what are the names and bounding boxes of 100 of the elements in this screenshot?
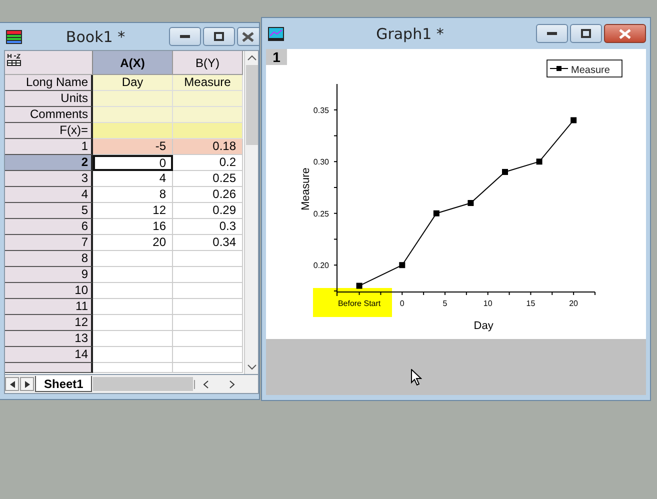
table-cell[interactable] xyxy=(93,251,173,267)
row-header[interactable]: 8 xyxy=(5,251,93,267)
cursor-icon xyxy=(411,369,422,386)
layer-tab[interactable]: 1 xyxy=(266,49,287,65)
row-header[interactable]: 4 xyxy=(5,187,93,203)
minimize-button[interactable] xyxy=(169,27,201,46)
row-header[interactable]: 14 xyxy=(5,347,93,363)
minimize-button[interactable] xyxy=(536,24,568,43)
table-cell[interactable] xyxy=(173,283,243,299)
x-tick-label: 20 xyxy=(569,299,578,308)
table-cell[interactable] xyxy=(93,283,173,299)
table-cell[interactable]: 16 xyxy=(93,219,173,235)
table-cell[interactable]: 0.34 xyxy=(173,235,243,251)
table-cell[interactable] xyxy=(93,267,173,283)
sheet-tab[interactable]: Sheet1 xyxy=(35,376,92,392)
y-tick-label: 0.30 xyxy=(313,158,329,167)
maximize-icon xyxy=(214,32,224,41)
table-cell[interactable]: 0.18 xyxy=(173,139,243,155)
table-cell[interactable]: 20 xyxy=(93,235,173,251)
label-cell[interactable]: Day xyxy=(93,75,173,91)
table-cell[interactable] xyxy=(173,315,243,331)
data-point xyxy=(536,158,542,165)
legend-label: Measure xyxy=(571,65,610,76)
y-tick-label: 0.25 xyxy=(313,209,329,218)
label-cell[interactable] xyxy=(93,107,173,123)
table-cell[interactable]: 12 xyxy=(93,203,173,219)
label-cell[interactable] xyxy=(173,91,243,107)
row-header[interactable]: 13 xyxy=(5,331,93,347)
table-cell[interactable] xyxy=(93,299,173,315)
table-cell[interactable]: 0.29 xyxy=(173,203,243,219)
maximize-button[interactable] xyxy=(203,27,235,46)
row-header[interactable]: 1 xyxy=(5,139,93,155)
x-axis-title: Day xyxy=(474,320,494,332)
data-point xyxy=(399,262,406,268)
label-cell[interactable] xyxy=(173,107,243,123)
scroll-right-icon[interactable] xyxy=(229,380,236,388)
table-cell[interactable]: 0.2 xyxy=(173,155,243,171)
x-tick-label: 15 xyxy=(526,299,536,308)
table-cell[interactable]: 0.3 xyxy=(173,219,243,235)
column-header[interactable]: B(Y) xyxy=(173,51,243,75)
table-cell[interactable] xyxy=(93,315,173,331)
table-cell[interactable] xyxy=(93,363,173,373)
label-cell[interactable] xyxy=(93,91,173,107)
sort-icon[interactable] xyxy=(7,54,21,66)
label-cell[interactable] xyxy=(93,123,173,139)
vertical-scrollbar[interactable] xyxy=(244,51,258,374)
scroll-left-icon[interactable] xyxy=(203,380,210,388)
table-cell[interactable]: 4 xyxy=(93,171,173,187)
data-point xyxy=(502,168,508,175)
table-cell[interactable] xyxy=(173,251,243,267)
horizontal-scrollbar[interactable] xyxy=(93,377,194,391)
table-cell[interactable] xyxy=(173,331,243,347)
window-title: Book1 * xyxy=(64,28,126,46)
close-icon xyxy=(242,32,254,42)
row-header[interactable]: F(x)= xyxy=(5,123,93,139)
close-button[interactable] xyxy=(604,24,646,43)
table-cell[interactable]: 0.26 xyxy=(173,187,243,203)
next-sheet-button[interactable] xyxy=(20,377,34,391)
scrollbar-thumb[interactable] xyxy=(246,65,258,145)
table-cell[interactable]: 0 xyxy=(93,155,173,171)
scroll-up-icon[interactable] xyxy=(246,55,256,61)
row-header[interactable]: Units xyxy=(5,91,93,107)
x-tick-label: 10 xyxy=(483,299,492,308)
table-cell[interactable]: 8 xyxy=(93,187,173,203)
table-cell[interactable] xyxy=(173,347,243,363)
close-button[interactable] xyxy=(237,27,259,46)
row-header[interactable]: Comments xyxy=(5,107,93,123)
scroll-down-icon[interactable] xyxy=(246,364,256,370)
graph-window-icon xyxy=(268,26,284,40)
row-header[interactable]: 2 xyxy=(5,155,93,171)
data-point xyxy=(433,210,440,216)
row-header[interactable]: 5 xyxy=(5,203,93,219)
close-icon xyxy=(619,28,631,38)
table-cell[interactable] xyxy=(173,267,243,283)
maximize-button[interactable] xyxy=(570,24,602,43)
x-tick-label: 5 xyxy=(442,299,448,308)
table-cell[interactable] xyxy=(173,299,243,315)
table-cell[interactable]: 0.25 xyxy=(173,171,243,187)
row-header[interactable]: 3 xyxy=(5,171,93,187)
row-header[interactable]: 7 xyxy=(5,235,93,251)
row-header[interactable]: 11 xyxy=(5,299,93,315)
table-cell[interactable]: -5 xyxy=(93,139,173,155)
x-tick-label: Before Start xyxy=(338,299,381,308)
row-header[interactable] xyxy=(5,363,93,373)
table-cell[interactable] xyxy=(173,363,243,373)
row-header[interactable]: 9 xyxy=(5,267,93,283)
row-header[interactable]: 10 xyxy=(5,283,93,299)
row-header[interactable]: 12 xyxy=(5,315,93,331)
label-cell[interactable]: Measure xyxy=(173,75,243,91)
data-point xyxy=(570,117,577,124)
x-tick-label: 0 xyxy=(400,299,404,308)
y-tick-label: 0.20 xyxy=(313,261,329,270)
left-triangle-icon xyxy=(10,380,14,388)
column-header[interactable]: A(X) xyxy=(93,51,173,75)
previous-sheet-button[interactable] xyxy=(5,377,19,391)
row-header[interactable]: Long Name xyxy=(5,75,93,91)
table-cell[interactable] xyxy=(93,347,173,363)
table-cell[interactable] xyxy=(93,331,173,347)
label-cell[interactable] xyxy=(173,123,243,139)
row-header[interactable]: 6 xyxy=(5,219,93,235)
